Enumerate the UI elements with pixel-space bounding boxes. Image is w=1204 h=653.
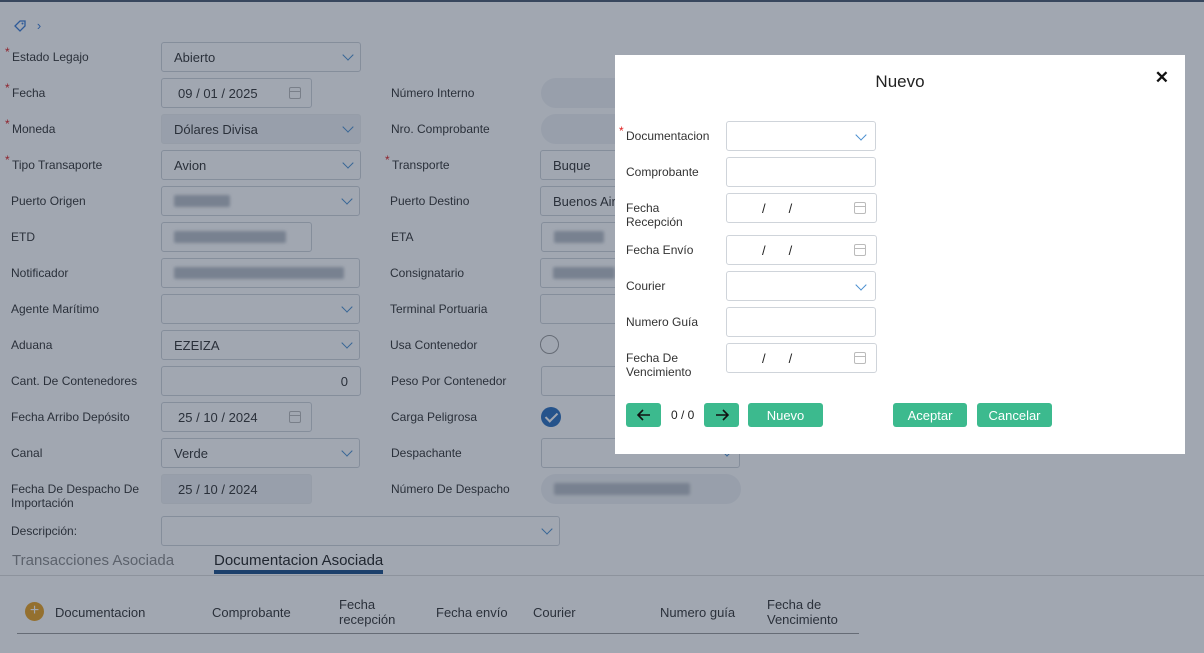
date-placeholder: / / [762, 243, 815, 258]
fecha-vencimiento-input[interactable]: / / [726, 343, 877, 373]
comprobante-label: Comprobante [626, 165, 699, 179]
nuevo-button[interactable]: Nuevo [748, 403, 823, 427]
courier-label: Courier [626, 279, 666, 293]
aceptar-button[interactable]: Aceptar [893, 403, 967, 427]
fecha-vencimiento-label-line2: Vencimiento [626, 365, 692, 379]
date-sep: / [788, 201, 794, 216]
close-icon[interactable]: ✕ [1155, 68, 1169, 88]
fecha-envio-label: Fecha Envío [626, 243, 694, 257]
fecha-vencimiento-label: Fecha De Vencimiento [626, 351, 691, 379]
cancelar-button[interactable]: Cancelar [977, 403, 1052, 427]
fecha-vencimiento-label-line1: Fecha De [626, 351, 679, 365]
numero-guia-label: Numero Guía [626, 315, 699, 329]
calendar-icon [854, 352, 866, 364]
prev-button[interactable] [626, 403, 661, 427]
documentacion-select[interactable] [726, 121, 876, 151]
fecha-recepcion-label: Fecha Recepción [626, 201, 683, 229]
calendar-icon [854, 202, 866, 214]
chevron-down-icon [855, 279, 867, 291]
documentacion-label: Documentacion [619, 124, 709, 143]
fecha-recepcion-input[interactable]: / / [726, 193, 877, 223]
chevron-down-icon [855, 129, 867, 141]
date-sep: / [762, 351, 767, 366]
fecha-recepcion-label-line2: Recepción [626, 215, 683, 229]
calendar-icon [854, 244, 866, 256]
date-sep: / [788, 351, 794, 366]
arrow-left-icon [636, 409, 650, 421]
arrow-right-icon [715, 409, 729, 421]
date-sep: / [762, 243, 767, 258]
comprobante-input[interactable] [726, 157, 876, 187]
next-button[interactable] [704, 403, 739, 427]
nuevo-dialog: Nuevo ✕ Documentacion Comprobante Fecha … [615, 55, 1185, 454]
date-sep: / [788, 243, 794, 258]
fecha-envio-input[interactable]: / / [726, 235, 877, 265]
date-sep: / [762, 201, 767, 216]
courier-select[interactable] [726, 271, 876, 301]
dialog-title: Nuevo [875, 72, 925, 91]
date-placeholder: / / [762, 351, 815, 366]
date-placeholder: / / [762, 201, 815, 216]
record-counter: 0 / 0 [671, 408, 695, 422]
numero-guia-input[interactable] [726, 307, 876, 337]
fecha-recepcion-label-line1: Fecha [626, 201, 660, 215]
